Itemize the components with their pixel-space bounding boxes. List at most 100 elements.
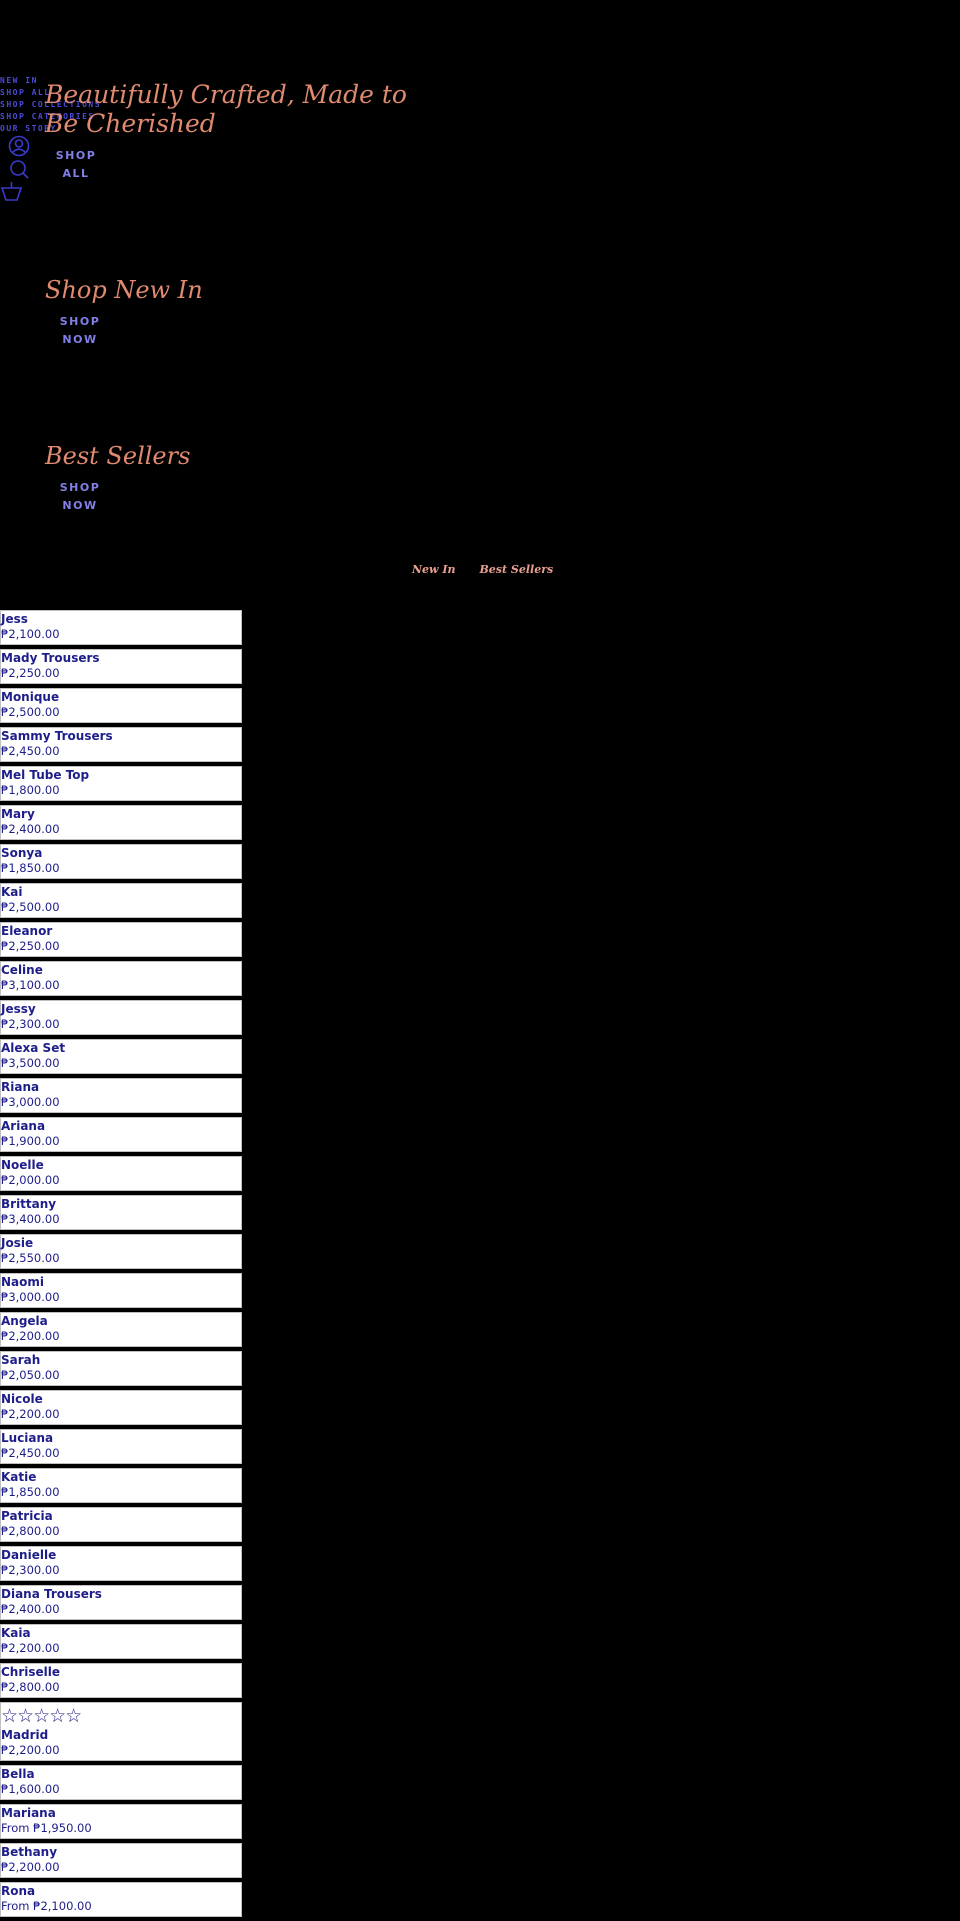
product-card[interactable]: Bella ₱1,600.00 [0,1765,242,1800]
product-card[interactable]: Jess ₱2,100.00 [0,610,242,645]
product-name[interactable]: Luciana [1,1431,241,1446]
product-card[interactable]: Naomi ₱3,000.00 [0,1273,242,1308]
product-card[interactable]: Brittany ₱3,400.00 [0,1195,242,1230]
product-card[interactable]: Danielle ₱2,300.00 [0,1546,242,1581]
product-name[interactable]: Nicole [1,1392,241,1407]
product-name[interactable]: Kaia [1,1626,241,1641]
product-name[interactable]: Sarah [1,1353,241,1368]
product-name[interactable]: Jess [1,612,241,627]
product-price: ₱3,500.00 [1,1056,60,1070]
product-card[interactable]: Josie ₱2,550.00 [0,1234,242,1269]
product-card[interactable]: Sonya ₱1,850.00 [0,844,242,879]
product-card[interactable]: Monique ₱2,500.00 [0,688,242,723]
product-name[interactable]: Sonya [1,846,241,861]
product-price: ₱2,200.00 [1,1407,60,1421]
product-card[interactable]: Luciana ₱2,450.00 [0,1429,242,1464]
product-price: ₱2,500.00 [1,900,60,914]
product-card[interactable]: Noelle ₱2,000.00 [0,1156,242,1191]
account-icon[interactable] [8,135,30,157]
product-name[interactable]: Riana [1,1080,241,1095]
product-card[interactable]: Katie ₱1,850.00 [0,1468,242,1503]
product-card[interactable]: Jessy ₱2,300.00 [0,1000,242,1035]
product-card[interactable]: Alexa Set ₱3,500.00 [0,1039,242,1074]
product-name[interactable]: Jessy [1,1002,241,1017]
product-name[interactable]: Bethany [1,1845,241,1860]
product-card[interactable]: ☆☆☆☆☆ Madrid ₱2,200.00 [0,1702,242,1761]
product-name[interactable]: Danielle [1,1548,241,1563]
product-name[interactable]: Madrid [1,1728,241,1743]
product-price: ₱3,100.00 [1,978,60,992]
product-card[interactable]: Mariana From ₱1,950.00 [0,1804,242,1839]
shop-now-best-sellers-button[interactable]: SHOP NOW [50,479,110,515]
product-price: ₱2,300.00 [1,1563,60,1577]
cart-icon[interactable] [0,180,24,202]
product-price: ₱2,550.00 [1,1251,60,1265]
product-price: ₱3,000.00 [1,1095,60,1109]
product-price: ₱2,250.00 [1,666,60,680]
product-card[interactable]: Angela ₱2,200.00 [0,1312,242,1347]
product-price: ₱2,000.00 [1,1173,60,1187]
product-card[interactable]: Diana Trousers ₱2,400.00 [0,1585,242,1620]
product-price: ₱2,400.00 [1,822,60,836]
product-name[interactable]: Monique [1,690,241,705]
product-card[interactable]: Sammy Trousers ₱2,450.00 [0,727,242,762]
product-name[interactable]: Eleanor [1,924,241,939]
tab-new-in[interactable]: New In [412,563,456,576]
product-price: ₱2,800.00 [1,1680,60,1694]
product-price: ₱1,800.00 [1,783,60,797]
product-card[interactable]: Eleanor ₱2,250.00 [0,922,242,957]
product-card[interactable]: Celine ₱3,100.00 [0,961,242,996]
product-card[interactable]: Kai ₱2,500.00 [0,883,242,918]
product-card[interactable]: Mady Trousers ₱2,250.00 [0,649,242,684]
product-card[interactable]: Mary ₱2,400.00 [0,805,242,840]
product-card[interactable]: Rona From ₱2,100.00 [0,1882,242,1917]
product-name[interactable]: Kai [1,885,241,900]
product-price: ₱2,050.00 [1,1368,60,1382]
product-card[interactable]: Riana ₱3,000.00 [0,1078,242,1113]
tab-best-sellers[interactable]: Best Sellers [480,563,554,576]
product-name[interactable]: Angela [1,1314,241,1329]
product-name[interactable]: Naomi [1,1275,241,1290]
product-card[interactable]: Sarah ₱2,050.00 [0,1351,242,1386]
product-name[interactable]: Diana Trousers [1,1587,241,1602]
shop-now-new-in-button[interactable]: SHOP NOW [50,313,110,349]
product-name[interactable]: Sammy Trousers [1,729,241,744]
product-price: ₱2,450.00 [1,1446,60,1460]
product-name[interactable]: Rona [1,1884,241,1899]
search-icon[interactable] [8,158,30,180]
product-price: ₱2,200.00 [1,1641,60,1655]
product-price: From ₱1,950.00 [1,1821,92,1835]
section-title-new-in: Shop New In [45,276,203,304]
product-name[interactable]: Celine [1,963,241,978]
product-name[interactable]: Katie [1,1470,241,1485]
product-card[interactable]: Kaia ₱2,200.00 [0,1624,242,1659]
product-name[interactable]: Noelle [1,1158,241,1173]
product-card[interactable]: Patricia ₱2,800.00 [0,1507,242,1542]
section-title-best-sellers: Best Sellers [45,442,191,470]
product-price: ₱1,850.00 [1,1485,60,1499]
product-price: ₱2,800.00 [1,1524,60,1538]
product-price: ₱2,300.00 [1,1017,60,1031]
product-name[interactable]: Patricia [1,1509,241,1524]
product-name[interactable]: Josie [1,1236,241,1251]
product-card[interactable]: Ariana ₱1,900.00 [0,1117,242,1152]
product-name[interactable]: Alexa Set [1,1041,241,1056]
product-list: Jess ₱2,100.00 Mady Trousers ₱2,250.00 Moniq… [0,610,242,1921]
product-card[interactable]: Bethany ₱2,200.00 [0,1843,242,1878]
product-name[interactable]: Mary [1,807,241,822]
product-name[interactable]: Mady Trousers [1,651,241,666]
product-card[interactable]: Nicole ₱2,200.00 [0,1390,242,1425]
product-name[interactable]: Mel Tube Top [1,768,241,783]
product-name[interactable]: Brittany [1,1197,241,1212]
product-card[interactable]: Chriselle ₱2,800.00 [0,1663,242,1698]
shop-all-button[interactable]: SHOP ALL [46,147,106,183]
product-name[interactable]: Mariana [1,1806,241,1821]
product-name[interactable]: Bella [1,1767,241,1782]
product-price: ₱2,200.00 [1,1860,60,1874]
product-price: ₱3,400.00 [1,1212,60,1226]
product-price: ₱1,600.00 [1,1782,60,1796]
product-price: ₱2,400.00 [1,1602,60,1616]
product-name[interactable]: Chriselle [1,1665,241,1680]
product-card[interactable]: Mel Tube Top ₱1,800.00 [0,766,242,801]
product-name[interactable]: Ariana [1,1119,241,1134]
